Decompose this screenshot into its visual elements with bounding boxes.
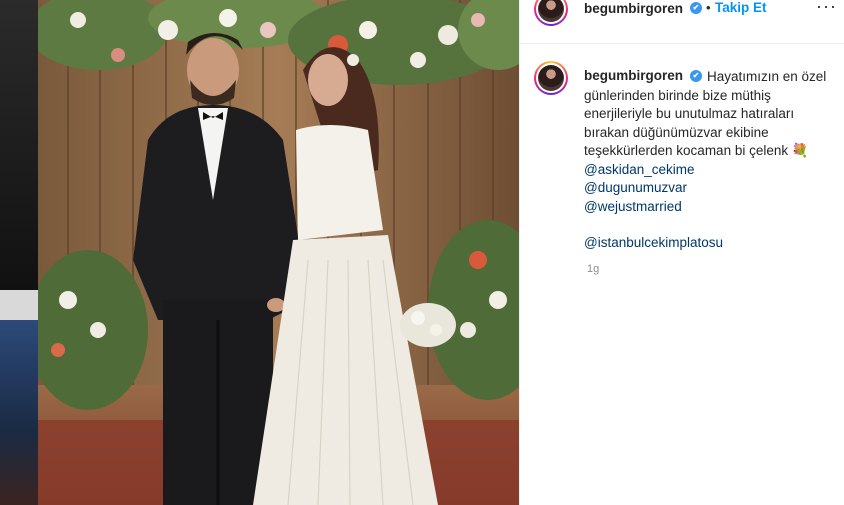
follow-button[interactable]: Takip Et <box>715 0 767 15</box>
post-caption: Hayatımızın en özel günlerinden birinde … <box>584 68 834 253</box>
caption-author-avatar[interactable] <box>534 61 568 95</box>
caption-username[interactable]: begumbirgoren <box>584 68 683 83</box>
more-options-icon[interactable]: ··· <box>816 0 837 17</box>
post-side-panel: begumbirgoren ✔ • Takip Et ··· Hayatımız… <box>519 0 844 505</box>
background-block-middle <box>0 290 38 320</box>
post-photo[interactable] <box>38 0 519 505</box>
mention-link[interactable]: @wejustmarried <box>584 198 834 217</box>
wedding-photo-illustration <box>38 0 519 505</box>
mention-link[interactable]: @dugunumuzvar <box>584 179 834 198</box>
post-header: begumbirgoren ✔ • Takip Et ··· <box>520 0 844 44</box>
separator-dot: • <box>706 0 711 15</box>
author-username[interactable]: begumbirgoren <box>584 1 683 16</box>
author-avatar[interactable] <box>534 0 568 26</box>
verified-badge-icon: ✔ <box>690 70 702 82</box>
background-feed-strip <box>0 0 38 505</box>
avatar-image <box>538 65 564 91</box>
mention-link[interactable]: @istanbulcekimplatosu <box>584 234 834 253</box>
avatar-image <box>538 0 564 22</box>
background-block-top <box>0 0 38 290</box>
background-block-bottom <box>0 320 38 505</box>
verified-badge-icon: ✔ <box>690 2 702 14</box>
post-timestamp[interactable]: 1g <box>587 263 599 275</box>
mention-link[interactable]: @askidan_cekime <box>584 161 834 180</box>
